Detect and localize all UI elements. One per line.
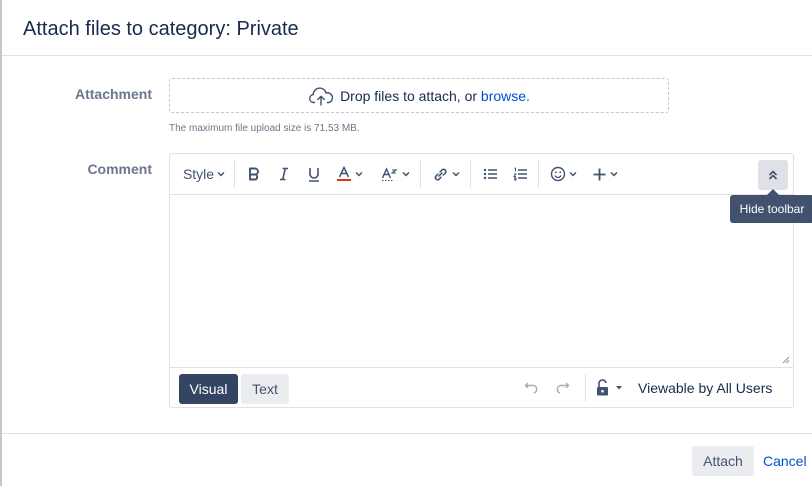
editor-footer: Visual Text Viewable by All Users bbox=[170, 367, 793, 407]
bullet-list-button[interactable] bbox=[480, 160, 500, 188]
chevron-down-icon bbox=[217, 171, 225, 177]
bullet-list-icon bbox=[483, 168, 497, 180]
footer-separator bbox=[585, 374, 586, 402]
style-dropdown-label: Style bbox=[182, 166, 215, 182]
cancel-link[interactable]: Cancel bbox=[763, 453, 807, 469]
caret-down-icon bbox=[616, 386, 622, 390]
chevron-down-icon bbox=[610, 171, 618, 177]
restrictions-dropdown[interactable] bbox=[595, 378, 625, 398]
dialog-footer: Attach Cancel bbox=[2, 433, 812, 486]
numbered-list-icon bbox=[512, 167, 527, 181]
numbered-list-button[interactable] bbox=[510, 160, 530, 188]
link-dropdown[interactable] bbox=[430, 160, 462, 188]
bold-button[interactable] bbox=[244, 160, 264, 188]
dialog-header: Attach files to category: Private bbox=[2, 0, 812, 56]
underline-button[interactable] bbox=[304, 160, 324, 188]
toolbar-separator bbox=[470, 160, 471, 188]
bold-icon bbox=[249, 167, 259, 181]
cloud-upload-icon bbox=[309, 86, 334, 106]
text-format-dropdown[interactable] bbox=[380, 160, 410, 188]
chevron-down-icon bbox=[401, 171, 410, 177]
toolbar-separator bbox=[420, 160, 421, 188]
resize-grip-icon[interactable] bbox=[782, 356, 790, 364]
redo-icon[interactable] bbox=[553, 379, 571, 397]
hide-toolbar-button[interactable] bbox=[758, 160, 788, 190]
unlock-icon bbox=[597, 379, 608, 396]
undo-icon[interactable] bbox=[523, 379, 541, 397]
style-dropdown[interactable]: Style bbox=[182, 160, 226, 188]
italic-icon bbox=[280, 167, 288, 181]
insert-dropdown[interactable] bbox=[590, 160, 620, 188]
visual-mode-button[interactable]: Visual bbox=[179, 374, 238, 404]
text-mode-button[interactable]: Text bbox=[241, 374, 289, 404]
drop-zone-text: Drop files to attach, or bbox=[340, 87, 478, 104]
hide-toolbar-tooltip: Hide toolbar bbox=[730, 195, 812, 223]
emoji-dropdown[interactable] bbox=[548, 160, 578, 188]
link-icon bbox=[434, 168, 447, 181]
collapse-toolbar-icon bbox=[768, 170, 778, 180]
comment-label: Comment bbox=[87, 161, 152, 177]
browse-link[interactable]: browse. bbox=[481, 88, 530, 104]
viewable-by-label: Viewable by All Users bbox=[638, 380, 773, 396]
italic-button[interactable] bbox=[274, 160, 294, 188]
comment-editor: Style Visual Text Viewable by All Users bbox=[169, 153, 794, 408]
insert-plus-icon bbox=[593, 168, 606, 180]
underline-icon bbox=[309, 167, 319, 182]
attach-files-dialog: Attach files to category: Private Attach… bbox=[0, 0, 812, 486]
text-color-icon bbox=[336, 166, 351, 181]
chevron-down-icon bbox=[354, 171, 363, 177]
dialog-title: Attach files to category: Private bbox=[23, 18, 299, 40]
text-format-icon bbox=[381, 167, 398, 181]
file-drop-zone[interactable]: Drop files to attach, or browse. bbox=[169, 78, 669, 113]
emoji-icon bbox=[550, 166, 565, 182]
chevron-down-icon bbox=[568, 171, 577, 177]
attachment-label: Attachment bbox=[74, 86, 152, 102]
chevron-down-icon bbox=[452, 171, 460, 177]
editor-toolbar: Style bbox=[170, 154, 793, 195]
upload-size-hint: The maximum file upload size is 71.53 MB… bbox=[169, 123, 360, 134]
attach-button[interactable]: Attach bbox=[692, 446, 754, 476]
text-color-dropdown[interactable] bbox=[332, 160, 366, 188]
toolbar-separator bbox=[538, 160, 539, 188]
comment-text-area[interactable] bbox=[170, 195, 793, 367]
toolbar-separator bbox=[234, 160, 235, 188]
